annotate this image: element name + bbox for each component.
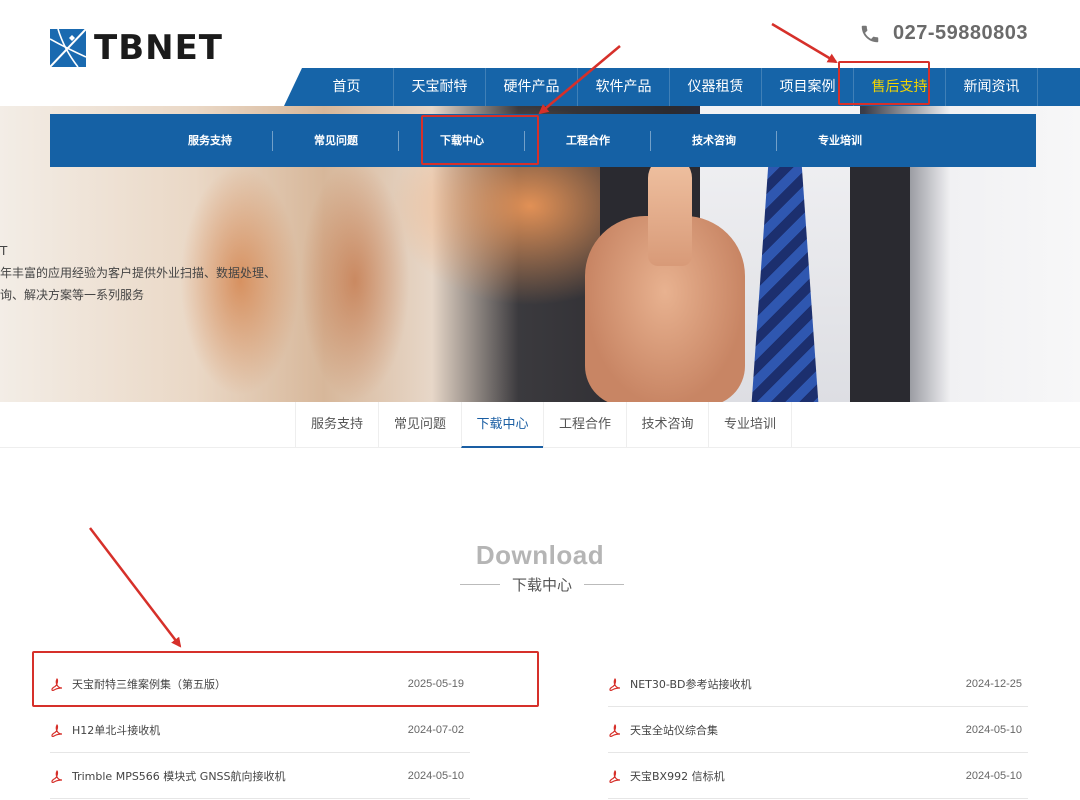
contact-phone: 027-59880803 [859,22,1028,45]
download-row[interactable]: 天宝全站仪综合集 2024-05-10 [608,707,1028,753]
phone-number: 027-59880803 [892,22,1028,44]
subtitle-divider-left [459,583,500,585]
pdf-icon [608,769,622,783]
hero-line-3: 询、解决方案等一系列服务 [0,288,145,302]
hero-line-1: T [0,244,8,258]
tab-2[interactable]: 常见问题 [378,402,461,448]
arrow-to-after-sales [771,22,838,64]
nav-item-3[interactable]: 硬件产品 [486,68,578,106]
pdf-icon [608,677,622,691]
download-name[interactable]: H12单北斗接收机 [72,722,408,738]
nav-item-2[interactable]: 天宝耐特 [394,68,486,106]
logo-mark-icon [50,29,86,67]
download-date: 2024-05-10 [407,769,464,782]
main-nav: 首页 天宝耐特 硬件产品 软件产品 仪器租赁 项目案例 售后支持 新闻资讯 [284,68,1080,106]
tab-6[interactable]: 专业培训 [708,402,792,448]
download-date: 2024-05-10 [965,723,1022,736]
download-name[interactable]: Trimble MPS566 模块式 GNSS航向接收机 [72,768,408,784]
download-row[interactable]: 天宝BX992 信标机 2024-05-10 [608,753,1028,799]
section-subtitle: 下载中心 [458,574,626,594]
site-logo[interactable]: TBNET [50,28,223,68]
pdf-icon [50,723,64,737]
download-name[interactable]: NET30-BD参考站接收机 [630,676,966,692]
submenu-item-6[interactable]: 专业培训 [777,114,903,167]
submenu-item-2[interactable]: 常见问题 [273,114,399,167]
subtitle-divider-right [584,583,624,585]
submenu-item-1[interactable]: 服务支持 [147,114,273,167]
download-date: 2024-07-02 [407,723,464,736]
hero-line-2: 年丰富的应用经验为客户提供外业扫描、数据处理、 [0,266,277,280]
download-row[interactable]: Trimble MPS566 模块式 GNSS航向接收机 2024-05-10 [50,753,470,799]
pdf-icon [608,723,622,737]
tab-4[interactable]: 工程合作 [543,402,626,448]
section-subtitle-text: 下载中心 [511,575,572,594]
nav-item-4[interactable]: 软件产品 [578,68,670,106]
nav-item-1[interactable]: 首页 [300,68,394,106]
phone-icon [861,25,879,42]
tab-3[interactable]: 下载中心 [461,402,543,448]
tab-5[interactable]: 技术咨询 [626,402,708,448]
annotation-box-first-download [32,651,539,707]
download-name[interactable]: 天宝全站仪综合集 [630,722,966,738]
pdf-icon [50,769,64,783]
nav-item-5[interactable]: 仪器租赁 [670,68,762,106]
tab-1[interactable]: 服务支持 [295,402,378,448]
annotation-box-download-center [421,115,539,165]
submenu-item-5[interactable]: 技术咨询 [651,114,777,167]
hero-text: T 年丰富的应用经验为客户提供外业扫描、数据处理、 询、解决方案等一系列服务 [0,240,276,306]
section-title: Download [475,540,605,570]
download-row[interactable]: NET30-BD参考站接收机 2024-12-25 [608,661,1028,707]
download-date: 2024-05-10 [965,769,1022,782]
annotation-box-after-sales [838,61,930,105]
submenu-item-4[interactable]: 工程合作 [525,114,651,167]
logo-text: TBNET [94,28,223,68]
download-date: 2024-12-25 [965,677,1022,690]
download-row[interactable]: H12单北斗接收机 2024-07-02 [50,707,470,753]
download-name[interactable]: 天宝BX992 信标机 [630,768,966,784]
support-submenu: 服务支持 常见问题 下载中心 工程合作 技术咨询 专业培训 [50,114,1036,167]
nav-item-8[interactable]: 新闻资讯 [946,68,1038,106]
support-tabs: 服务支持 常见问题 下载中心 工程合作 技术咨询 专业培训 [295,402,792,448]
support-tabbar: 服务支持 常见问题 下载中心 工程合作 技术咨询 专业培训 [0,402,1080,448]
